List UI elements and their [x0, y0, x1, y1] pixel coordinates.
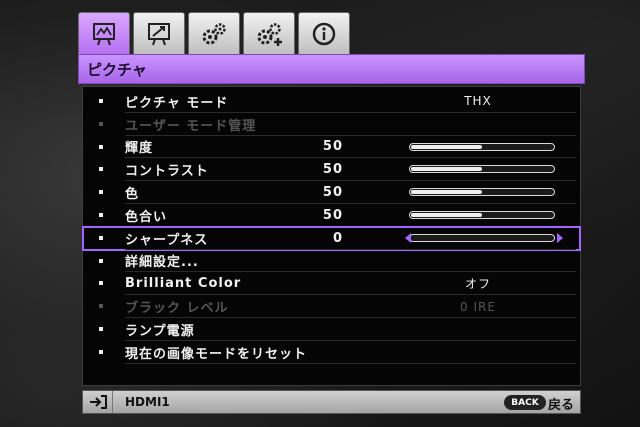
page-title: ピクチャ: [78, 54, 585, 84]
back-button[interactable]: BACK: [504, 395, 546, 410]
picture-icon: [93, 22, 115, 45]
source-input-icon: [83, 391, 113, 413]
menu-item-label: 色合い: [125, 209, 168, 225]
menu-item-label: 現在の画像モードをリセット: [125, 346, 308, 362]
menu-item-label: ユーザー モード管理: [125, 118, 257, 134]
level-slider-fill: [411, 167, 482, 172]
menu-item[interactable]: シャープネス 0: [82, 225, 581, 251]
osd-menu: ピクチャ ピクチャ モード THX ユーザー モード管理 輝度 50 コントラスト 50 色 5…: [78, 12, 585, 414]
level-slider[interactable]: [409, 142, 555, 151]
menu-item-label: Brilliant Color: [125, 276, 242, 292]
bullet-icon: [99, 167, 103, 172]
menu-item: ユーザー モード管理: [83, 113, 580, 136]
bullet-icon: [99, 121, 103, 126]
menu-item-label: 詳細設定...: [125, 255, 199, 271]
arrow-right-icon[interactable]: [557, 232, 563, 243]
settings-basic-icon: [202, 22, 226, 44]
level-slider-fill: [411, 213, 482, 217]
bullet-icon: [99, 144, 103, 149]
divider: [125, 362, 576, 364]
tab-information[interactable]: [298, 12, 350, 54]
status-bar: HDMI1 BACK 戻る: [82, 390, 581, 414]
level-slider-fill: [411, 190, 482, 195]
setting-value: THX: [464, 94, 492, 109]
bullet-icon: [99, 327, 103, 331]
menu-item-label: ランプ電源: [125, 323, 195, 339]
menu-item-label: ピクチャ モード: [125, 95, 229, 111]
bullet-icon: [99, 304, 103, 309]
menu-item[interactable]: 詳細設定...: [83, 250, 580, 273]
bullet-icon: [99, 258, 103, 263]
menu-item[interactable]: Brilliant Color オフ: [83, 272, 580, 296]
setting-value: オフ: [464, 277, 491, 292]
menu-item-label: シャープネス: [125, 232, 209, 248]
level-slider[interactable]: [409, 165, 555, 174]
tab-settings-advanced[interactable]: [243, 12, 295, 54]
setting-number: 50: [322, 185, 343, 201]
level-slider[interactable]: [409, 211, 555, 219]
info-icon: [312, 22, 336, 45]
menu-item[interactable]: ランプ電源: [83, 318, 580, 341]
menu-item-label: ブラック レベル: [125, 301, 229, 317]
back-label: 戻る: [547, 398, 574, 413]
setting-number: 50: [322, 162, 343, 178]
level-slider[interactable]: [409, 188, 555, 197]
menu-item[interactable]: 現在の画像モードをリセット: [83, 341, 580, 364]
bullet-icon: [99, 349, 103, 354]
bullet-icon: [99, 235, 103, 240]
menu-item-label: 輝度: [125, 141, 154, 157]
setting-number: 50: [322, 139, 343, 155]
setting-number: 50: [322, 207, 343, 223]
menu-item[interactable]: 色 50: [83, 181, 580, 204]
tab-picture[interactable]: [78, 12, 130, 54]
menu-list: ピクチャ モード THX ユーザー モード管理 輝度 50 コントラスト 50 色 50 色合い 5…: [82, 86, 581, 386]
menu-item: ブラック レベル 0 IRE: [83, 295, 580, 318]
settings-advanced-icon: [257, 22, 282, 46]
tab-display[interactable]: [133, 12, 185, 54]
bullet-icon: [99, 281, 103, 286]
setting-value: 0 IRE: [460, 299, 496, 314]
presentation-icon: [148, 22, 170, 45]
menu-item-label: 色: [125, 187, 140, 203]
menu-item[interactable]: ピクチャ モード THX: [83, 90, 580, 113]
bullet-icon: [99, 99, 103, 103]
bullet-icon: [99, 190, 103, 195]
bullet-icon: [99, 213, 103, 217]
arrow-left-icon[interactable]: [405, 232, 411, 243]
menu-item[interactable]: 色合い 50: [83, 204, 580, 227]
level-slider-fill: [411, 144, 482, 149]
menu-item-label: コントラスト: [125, 164, 209, 180]
setting-number: 0: [332, 230, 343, 246]
current-source: HDMI1: [125, 395, 170, 409]
level-slider[interactable]: [409, 233, 555, 242]
menu-tabs: [78, 12, 350, 54]
menu-item[interactable]: コントラスト 50: [83, 158, 580, 182]
tab-settings-basic[interactable]: [188, 12, 240, 54]
menu-item[interactable]: 輝度 50: [83, 136, 580, 159]
